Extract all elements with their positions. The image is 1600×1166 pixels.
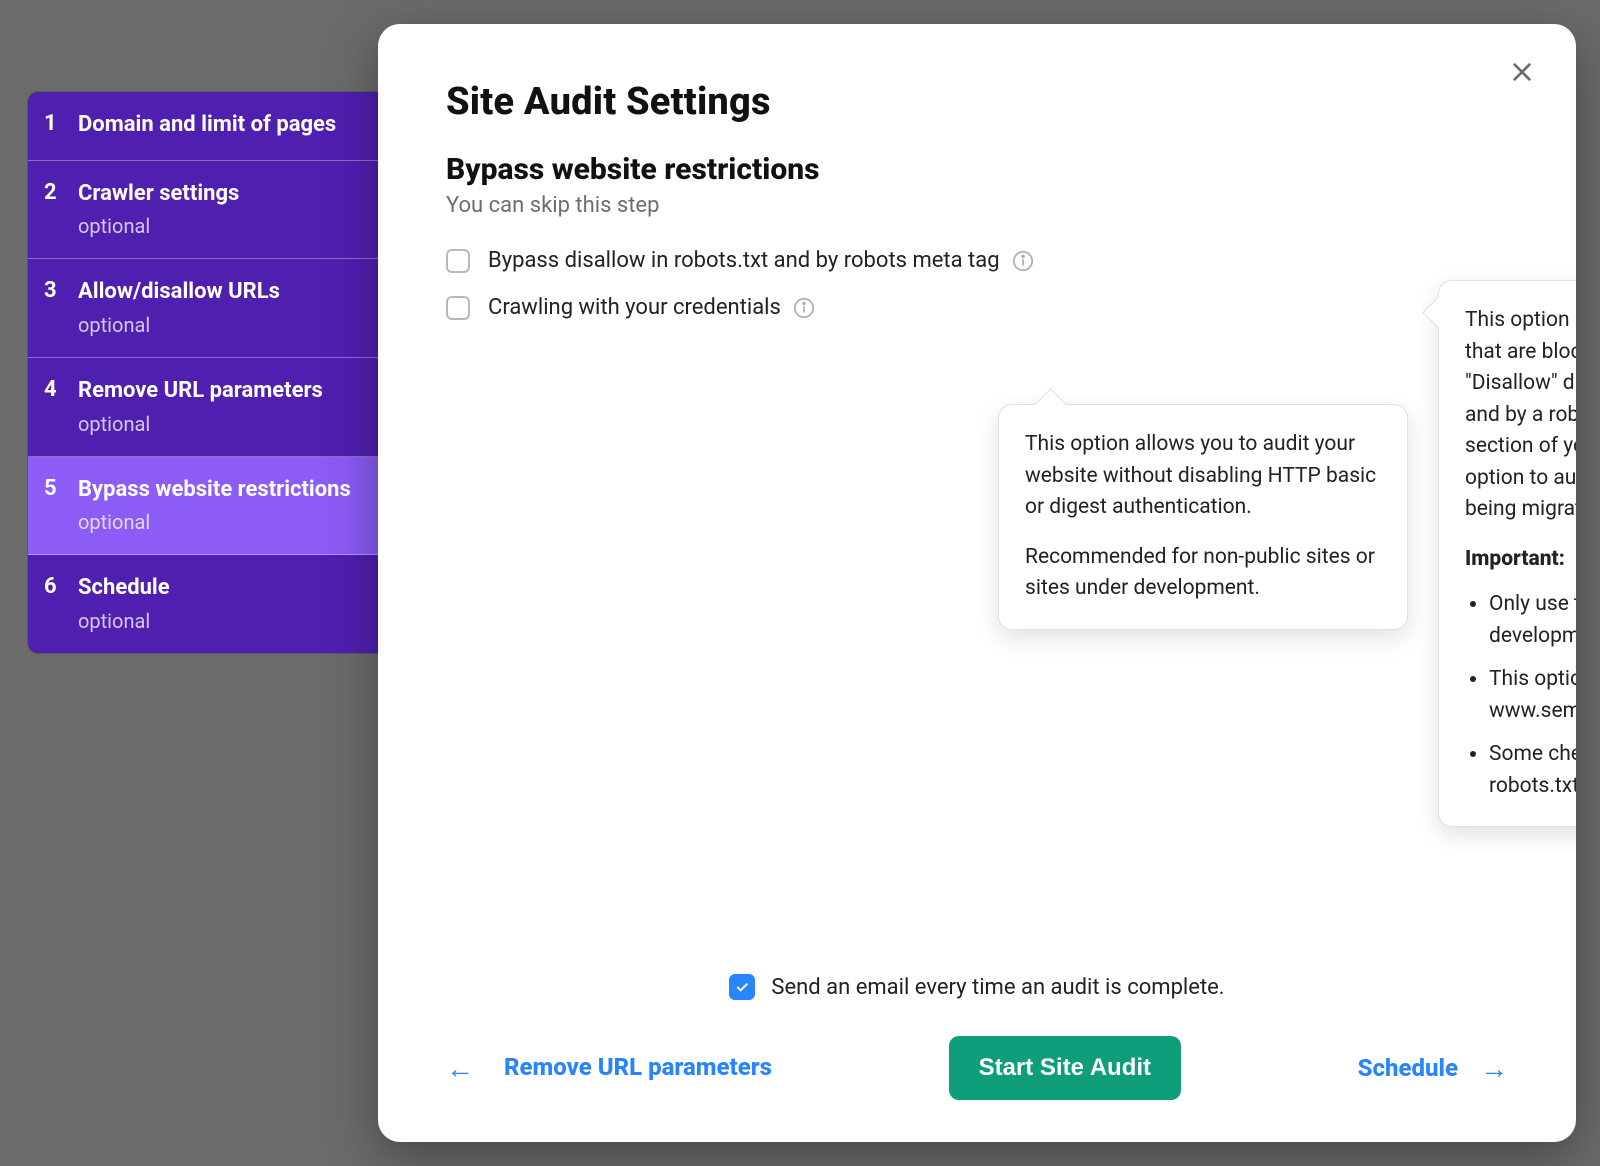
step-subtitle: optional [78, 214, 366, 238]
next-button[interactable]: Schedule → [1358, 1052, 1508, 1085]
step-title: Schedule [78, 573, 366, 603]
section-title: Bypass website restrictions [446, 152, 1508, 187]
settings-modal: Site Audit Settings Bypass website restr… [378, 24, 1576, 1142]
bypass-robots-checkbox[interactable] [446, 249, 470, 273]
step-title: Domain and limit of pages [78, 110, 366, 140]
arrow-right-icon: → [1480, 1052, 1508, 1085]
section-desc: You can skip this step [446, 193, 1508, 218]
start-audit-button[interactable]: Start Site Audit [949, 1036, 1181, 1100]
important-list-item: Some checks regarding your robots.txt ma… [1489, 739, 1576, 802]
tooltip-text: Recommended for non-public sites or site… [1025, 542, 1381, 605]
arrow-left-icon: ← [446, 1052, 474, 1085]
step-title: Bypass website restrictions [78, 475, 366, 505]
next-label: Schedule [1358, 1054, 1458, 1082]
step-number: 6 [44, 573, 78, 602]
email-notify-row: Send an email every time an audit is com… [446, 974, 1508, 1000]
step-subtitle: optional [78, 313, 366, 337]
sidebar-item[interactable]: 5Bypass website restrictions optional [28, 457, 388, 556]
bypass-robots-row: Bypass disallow in robots.txt and by rob… [446, 248, 1508, 273]
credentials-tooltip: This option allows you to audit your web… [998, 404, 1408, 630]
crawl-credentials-label: Crawling with your credentials [488, 295, 781, 320]
email-notify-label: Send an email every time an audit is com… [771, 975, 1224, 1000]
step-title: Remove URL parameters [78, 376, 366, 406]
check-icon [734, 979, 750, 995]
back-button[interactable]: ← Remove URL parameters [446, 1052, 772, 1085]
important-list-item: Only use this option for sites under dev… [1489, 589, 1576, 652]
important-list: Only use this option for sites under dev… [1465, 589, 1576, 802]
tooltip-text: This option allows you to audit your web… [1025, 429, 1381, 524]
step-number: 1 [44, 110, 78, 139]
important-list-item: This option will affect all www.semrush.… [1489, 664, 1576, 727]
sidebar-item[interactable]: 3Allow/disallow URLs optional [28, 259, 388, 358]
tooltip-text: This option allows you to audit pages th… [1465, 305, 1576, 526]
step-number: 3 [44, 277, 78, 306]
step-title: Allow/disallow URLs [78, 277, 366, 307]
back-label: Remove URL parameters [504, 1052, 772, 1083]
step-number: 2 [44, 179, 78, 208]
sidebar-item[interactable]: 6Schedule optional [28, 555, 388, 653]
info-icon[interactable] [1012, 250, 1034, 272]
page-title: Site Audit Settings [446, 80, 1508, 124]
crawl-credentials-row: Crawling with your credentials [446, 295, 1508, 320]
step-subtitle: optional [78, 510, 366, 534]
step-title: Crawler settings [78, 179, 366, 209]
email-notify-checkbox[interactable] [729, 974, 755, 1000]
crawl-credentials-checkbox[interactable] [446, 296, 470, 320]
step-sidebar: 1Domain and limit of pages2Crawler setti… [28, 92, 388, 653]
bypass-tooltip: This option allows you to audit pages th… [1438, 280, 1576, 827]
sidebar-item[interactable]: 2Crawler settings optional [28, 161, 388, 260]
sidebar-item[interactable]: 4Remove URL parameters optional [28, 358, 388, 457]
important-label: Important: [1465, 544, 1576, 576]
info-icon[interactable] [793, 297, 815, 319]
bypass-robots-label: Bypass disallow in robots.txt and by rob… [488, 248, 1000, 273]
step-number: 5 [44, 475, 78, 504]
step-subtitle: optional [78, 609, 366, 633]
step-number: 4 [44, 376, 78, 405]
sidebar-item[interactable]: 1Domain and limit of pages [28, 92, 388, 161]
modal-footer: Send an email every time an audit is com… [378, 974, 1576, 1142]
step-subtitle: optional [78, 412, 366, 436]
